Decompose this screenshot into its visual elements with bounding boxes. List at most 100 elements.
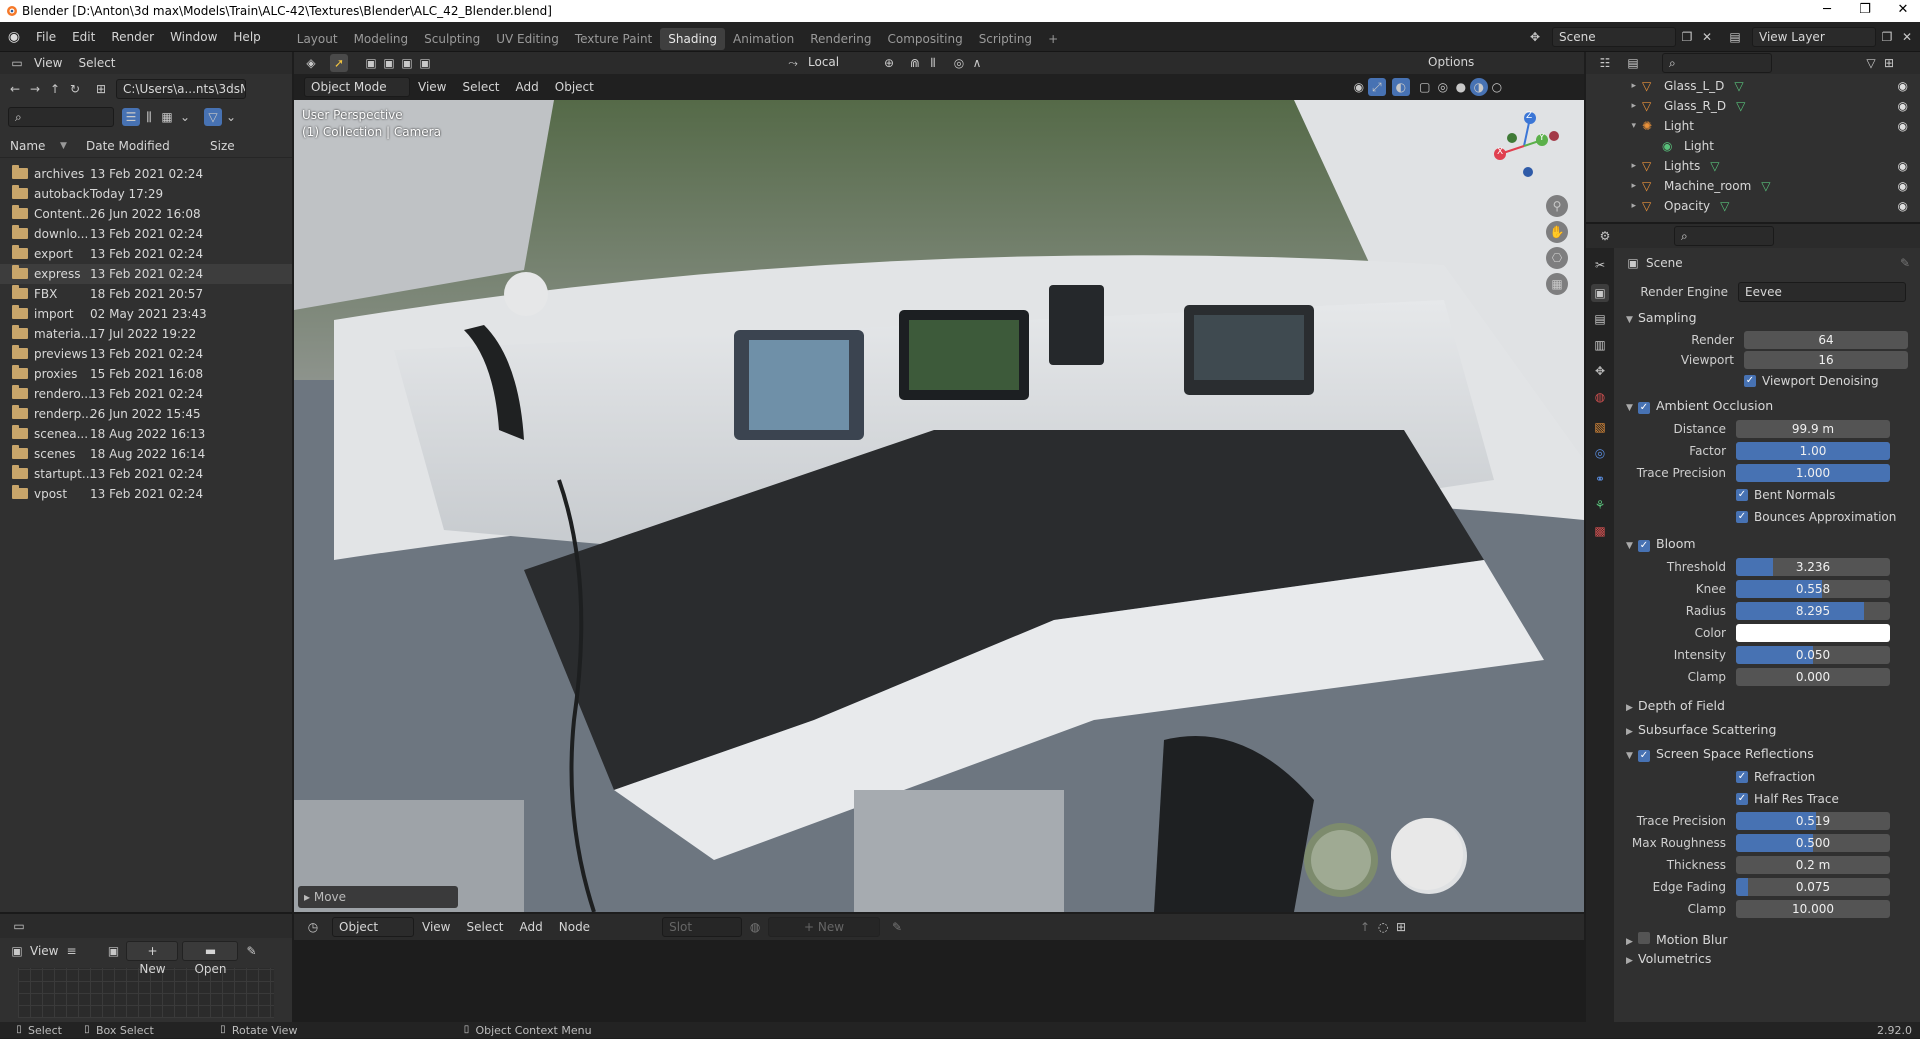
ssr-thickness-field[interactable]: 0.2 m (1736, 856, 1890, 874)
ne-menu-add[interactable]: Add (512, 914, 551, 940)
visibility-eye-icon[interactable]: ◉ (1898, 76, 1908, 96)
outliner-editor-type-icon[interactable]: ☷ (1596, 54, 1614, 72)
snap-target-icon[interactable]: ⦀ (924, 54, 942, 72)
scene-selector[interactable]: Scene (1552, 27, 1676, 47)
outliner-search-input[interactable]: ⌕ (1662, 53, 1772, 73)
bloom-clamp-field[interactable]: 0.000 (1736, 668, 1890, 686)
file-row[interactable]: previews 13 Feb 2021 02:24 (0, 344, 292, 364)
expand-arrow-icon[interactable]: ▸ (1586, 196, 1642, 216)
expand-arrow-icon[interactable]: ▸ (1586, 156, 1642, 176)
chevron-down-icon[interactable]: ⌄ (176, 108, 194, 126)
ao-section-header[interactable]: ▼ ✓ Ambient Occlusion (1614, 394, 1920, 418)
forward-arrow-icon[interactable]: → (26, 80, 44, 98)
proportional-edit-icon[interactable]: ◎ (950, 54, 968, 72)
tab-sculpting[interactable]: Sculpting (416, 28, 488, 50)
bent-normals-checkbox[interactable]: ✓ (1736, 489, 1748, 501)
visibility-eye-icon[interactable]: ◉ (1898, 116, 1908, 136)
close-window-button[interactable]: ✕ (1888, 2, 1918, 20)
bloom-threshold-slider[interactable]: 3.236 (1736, 558, 1890, 576)
ssr-rough-slider[interactable]: 0.500 (1736, 834, 1890, 852)
outliner-item[interactable]: ◉ Light (1586, 136, 1920, 156)
ssr-trace-slider[interactable]: 0.519 (1736, 812, 1890, 830)
mode-dropdown[interactable]: Object Mode (304, 77, 410, 97)
refresh-icon[interactable]: ↻ (66, 80, 84, 98)
bloom-section-header[interactable]: ▼ ✓ Bloom (1614, 532, 1920, 556)
shading-material-icon[interactable]: ◑ (1469, 78, 1488, 96)
zoom-icon[interactable]: ⚲ (1546, 195, 1568, 217)
parent-node-tree-icon[interactable]: ↑ (1356, 918, 1374, 936)
visibility-eye-icon[interactable]: ◉ (1898, 176, 1908, 196)
vp-menu-view[interactable]: View (410, 74, 454, 100)
ao-enable-checkbox[interactable]: ✓ (1638, 402, 1650, 414)
open-image-button[interactable]: ▬ Open (182, 941, 239, 976)
col-date-modified[interactable]: Date Modified (80, 139, 208, 153)
blender-menu-icon[interactable]: ◉ (0, 29, 28, 45)
view-layer-tab-icon[interactable]: ▥ (1591, 336, 1609, 354)
physics-tab-icon[interactable]: ◎ (1591, 444, 1609, 462)
outliner-item[interactable]: ▾ ✺ Light ◉ (1586, 116, 1920, 136)
data-tab-icon[interactable]: ⚘ (1591, 496, 1609, 514)
ne-menu-select[interactable]: Select (458, 914, 511, 940)
maximize-button[interactable]: ❐ (1850, 2, 1880, 20)
ne-menu-view[interactable]: View (414, 914, 458, 940)
filter-options-chevron-icon[interactable]: ⌄ (222, 108, 240, 126)
render-samples-field[interactable]: 64 (1744, 331, 1908, 349)
pin-icon[interactable]: ✎ (242, 942, 260, 960)
refraction-checkbox[interactable]: ✓ (1736, 771, 1748, 783)
visibility-eye-icon[interactable]: ◉ (1898, 156, 1908, 176)
shading-rendered-icon[interactable]: ○ (1488, 78, 1506, 96)
file-row[interactable]: rendero...13 Feb 2021 02:24 (0, 384, 292, 404)
editor-type-icon[interactable]: ▭ (10, 917, 28, 935)
constraints-tab-icon[interactable]: ⚭ (1591, 470, 1609, 488)
file-row[interactable]: autobackToday 17:29 (0, 184, 292, 204)
file-row[interactable]: materia...17 Jul 2022 19:22 (0, 324, 292, 344)
parent-dir-icon[interactable]: ↑ (46, 80, 64, 98)
file-row[interactable]: express 13 Feb 2021 02:24 (0, 264, 292, 284)
select-mode-set-icon[interactable]: ▣ (362, 54, 380, 72)
tab-layout[interactable]: Layout (289, 28, 346, 50)
motion-blur-section-header[interactable]: ▶ Motion Blur (1614, 928, 1920, 952)
new-material-button[interactable]: + New (768, 917, 881, 937)
tab-compositing[interactable]: Compositing (879, 28, 970, 50)
select-tool-icon[interactable]: ➚ (330, 54, 348, 72)
new-folder-icon[interactable]: ⊞ (92, 80, 110, 98)
menu-file[interactable]: File (28, 22, 64, 52)
pan-hand-icon[interactable]: ✋ (1546, 221, 1568, 243)
file-row[interactable]: Content...26 Jun 2022 16:08 (0, 204, 292, 224)
visibility-eye-icon[interactable]: ◉ (1898, 196, 1908, 216)
menu-window[interactable]: Window (162, 22, 225, 52)
file-row[interactable]: FBX 18 Feb 2021 20:57 (0, 284, 292, 304)
tab-animation[interactable]: Animation (725, 28, 802, 50)
thumbnails-icon[interactable]: ▦ (158, 108, 176, 126)
pivot-icon[interactable]: ⊕ (880, 54, 898, 72)
file-row[interactable]: proxies 15 Feb 2021 16:08 (0, 364, 292, 384)
snap-grid-icon[interactable]: ⊞ (1392, 918, 1410, 936)
file-row[interactable]: vpost 13 Feb 2021 02:24 (0, 484, 292, 504)
file-row[interactable]: startupt...13 Feb 2021 02:24 (0, 464, 292, 484)
xray-icon[interactable]: ▢ (1416, 78, 1434, 96)
view-layer-selector[interactable]: View Layer (1752, 27, 1876, 47)
expand-arrow-icon[interactable]: ▾ (1586, 116, 1642, 136)
filter-icon[interactable]: ▽ (204, 108, 222, 126)
image-editor-icon[interactable]: ▣ (8, 942, 26, 960)
delete-scene-icon[interactable]: ✕ (1698, 28, 1716, 46)
visibility-eye-icon[interactable]: ◉ (1898, 96, 1908, 116)
pin-icon[interactable]: ✎ (888, 918, 906, 936)
outliner-filter-icon[interactable]: ▽ (1862, 54, 1880, 72)
horizontal-list-icon[interactable]: ⫼ (140, 108, 158, 126)
camera-view-icon[interactable]: ⎔ (1546, 247, 1568, 269)
half-res-checkbox[interactable]: ✓ (1736, 793, 1748, 805)
falloff-icon[interactable]: ∧ (968, 54, 986, 72)
ao-distance-field[interactable]: 99.9 m (1736, 420, 1890, 438)
ie-menu-view[interactable]: View (30, 944, 58, 958)
menu-render[interactable]: Render (103, 22, 162, 52)
copy-view-layer-icon[interactable]: ❐ (1878, 28, 1896, 46)
select-mode-subtract-icon[interactable]: ▣ (398, 54, 416, 72)
menu-edit[interactable]: Edit (64, 22, 103, 52)
tool-tab-icon[interactable]: ✂ (1591, 256, 1609, 274)
bloom-radius-slider[interactable]: 8.295 (1736, 602, 1890, 620)
ssr-section-header[interactable]: ▼ ✓ Screen Space Reflections (1614, 742, 1920, 766)
fb-search-input[interactable]: ⌕ (8, 107, 114, 127)
fb-menu-view[interactable]: View (26, 52, 70, 74)
output-tab-icon[interactable]: ▤ (1591, 310, 1609, 328)
